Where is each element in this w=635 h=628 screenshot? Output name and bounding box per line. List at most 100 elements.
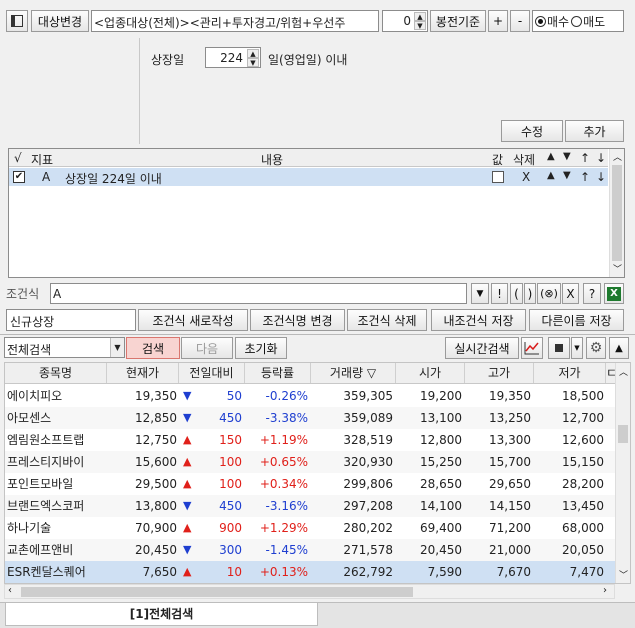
radio-buy-icon[interactable]: [535, 15, 546, 27]
cell-rate: +1.19%: [259, 433, 308, 447]
radio-sell-label[interactable]: 매도: [583, 13, 605, 30]
hscroll-right-icon[interactable]: ›: [603, 585, 607, 596]
formula-dropdown-button[interactable]: ▼: [471, 283, 489, 304]
scroll-thumb[interactable]: [612, 165, 622, 261]
col-content-header: 내용: [261, 153, 284, 167]
table-row[interactable]: ESR켄달스퀘어 7,650 ▲ 10 +0.13% 262,792 7,590 7,670 7…: [5, 561, 615, 583]
cell-volume: 320,930: [343, 455, 393, 469]
stop-dropdown-button[interactable]: ▼: [571, 337, 583, 359]
cell-name: 아모센스: [7, 411, 52, 425]
cell-high: 21,000: [489, 543, 531, 557]
listing-days-value: 224: [220, 51, 243, 65]
delete-condition-button[interactable]: 조건식 삭제: [347, 309, 427, 331]
stepper-up-icon[interactable]: ▲: [414, 12, 426, 21]
header-name[interactable]: 종목명: [5, 363, 107, 383]
cell-open: 7,590: [427, 565, 462, 579]
change-value: 300: [219, 543, 242, 557]
scope-select[interactable]: 전체검색 ▼: [4, 337, 125, 358]
table-row[interactable]: 브랜드엑스코퍼 13,800 ▼ 450 -3.16% 297,208 14,100 14,1…: [5, 495, 615, 517]
move-up-icon[interactable]: ▲: [547, 170, 555, 181]
days-up-icon[interactable]: ▲: [247, 49, 259, 58]
results-scroll-down-icon[interactable]: ﹀: [619, 568, 628, 581]
header-price[interactable]: 현재가: [107, 363, 179, 383]
cell-open: 15,250: [420, 455, 462, 469]
header-high[interactable]: 고가: [465, 363, 534, 383]
collapse-button[interactable]: ▲: [609, 337, 629, 359]
table-row[interactable]: 교촌에프앤비 20,450 ▼ 300 -1.45% 271,578 20,450 21,00…: [5, 539, 615, 561]
op-x-button[interactable]: X: [562, 283, 579, 304]
condition-name-field[interactable]: 신규상장: [6, 309, 136, 331]
chart-button[interactable]: [521, 337, 543, 359]
table-row[interactable]: 하나기술 70,900 ▲ 900 +1.29% 280,202 69,400 71,200 6…: [5, 517, 615, 539]
tab-all-search[interactable]: [1]전체검색: [5, 603, 318, 626]
table-row[interactable]: 포인트모바일 29,500 ▲ 100 +0.34% 299,806 28,650 29,65…: [5, 473, 615, 495]
arrow-up-icon: ▲: [183, 521, 192, 534]
header-low[interactable]: 저가: [534, 363, 606, 383]
save-condition-button[interactable]: 내조건식 저장: [431, 309, 526, 331]
hscroll-thumb[interactable]: [21, 587, 413, 597]
scroll-up-icon[interactable]: ︿: [613, 150, 622, 163]
realtime-search-button[interactable]: 실시간검색: [445, 337, 519, 359]
next-button[interactable]: 다음: [181, 337, 233, 359]
cell-volume: 299,806: [343, 477, 393, 491]
settings-button[interactable]: ⚙: [586, 337, 606, 359]
plus-button[interactable]: +: [488, 10, 508, 32]
header-volume[interactable]: 거래량 ▽: [311, 363, 396, 383]
table-row[interactable]: 아모센스 12,850 ▼ 450 -3.38% 359,089 13,100 13,250 1…: [5, 407, 615, 429]
move-down-icon[interactable]: ▼: [563, 170, 571, 181]
panel-toggle-button[interactable]: [6, 10, 28, 32]
cell-rate: -3.16%: [265, 499, 308, 513]
results-header: 종목명 현재가 전일대비 등락률 거래량 ▽ 시가 고가 저가 ㄷ: [5, 363, 630, 384]
chevron-down-icon[interactable]: ▼: [110, 338, 124, 357]
reset-button[interactable]: 초기화: [235, 337, 287, 359]
table-row[interactable]: 엠림원소프트랩 12,750 ▲ 150 +1.19% 328,519 12,800 13,3…: [5, 429, 615, 451]
table-row[interactable]: 프레스티지바이 15,600 ▲ 100 +0.65% 320,930 15,250 15,7…: [5, 451, 615, 473]
op-xor-button[interactable]: (⊗): [537, 283, 561, 304]
new-condition-button[interactable]: 조건식 새로작성: [138, 309, 248, 331]
move-top-icon[interactable]: ↑: [580, 170, 590, 184]
op-close-paren-button[interactable]: ): [524, 283, 536, 304]
edit-button[interactable]: 수정: [501, 120, 563, 142]
header-open[interactable]: 시가: [396, 363, 465, 383]
op-not-button[interactable]: !: [491, 283, 508, 304]
days-down-icon[interactable]: ▼: [247, 58, 259, 67]
results-hscroll[interactable]: ‹ ›: [4, 584, 615, 599]
search-button[interactable]: 검색: [126, 337, 180, 359]
condition-row[interactable]: ✔ A 상장일 224일 이내 X ▲ ▼ ↑ ↓: [9, 168, 608, 186]
condition-row-checkbox[interactable]: ✔: [13, 171, 25, 183]
excel-button[interactable]: X: [604, 283, 624, 304]
table-row[interactable]: 에이치피오 19,350 ▼ 50 -0.26% 359,305 19,200 19,350 1…: [5, 385, 615, 407]
hscroll-left-icon[interactable]: ‹: [8, 585, 12, 596]
count-stepper[interactable]: 0 ▲ ▼: [382, 10, 428, 32]
cell-high: 13,250: [489, 411, 531, 425]
add-button[interactable]: 추가: [565, 120, 624, 142]
header-change[interactable]: 전일대비: [179, 363, 245, 383]
condition-table-scrollbar[interactable]: ︿ ﹀: [609, 149, 624, 277]
cell-change: ▲ 100: [179, 451, 242, 473]
radio-sell-icon[interactable]: [571, 15, 583, 27]
results-scroll-thumb[interactable]: [618, 425, 628, 443]
formula-input[interactable]: A: [50, 283, 467, 304]
minus-button[interactable]: -: [510, 10, 530, 32]
move-bottom-icon[interactable]: ↓: [596, 170, 606, 184]
header-rate[interactable]: 등락률: [245, 363, 311, 383]
condition-row-delete[interactable]: X: [522, 170, 530, 184]
col-up-header: ▲: [547, 151, 555, 162]
scroll-down-icon[interactable]: ﹀: [613, 262, 622, 275]
save-as-button[interactable]: 다른이름 저장: [529, 309, 624, 331]
stop-button[interactable]: [548, 337, 570, 359]
target-change-button[interactable]: 대상변경: [31, 10, 89, 32]
stepper-down-icon[interactable]: ▼: [414, 21, 426, 30]
listing-days-stepper[interactable]: 224 ▲ ▼: [205, 47, 261, 68]
arrow-down-icon: ▼: [183, 389, 192, 402]
results-scroll-up-icon[interactable]: ︿: [619, 365, 628, 378]
results-vscroll[interactable]: ︿ ﹀: [615, 363, 630, 583]
cell-high: 14,150: [489, 499, 531, 513]
rename-condition-button[interactable]: 조건식명 변경: [250, 309, 345, 331]
basis-button[interactable]: 봉전기준: [430, 10, 486, 32]
op-open-paren-button[interactable]: (: [510, 283, 523, 304]
help-button[interactable]: ?: [583, 283, 601, 304]
condition-summary-field[interactable]: <업종대상(전체)><관리+투자경고/위험+우선주: [91, 10, 379, 32]
radio-buy-label[interactable]: 매수: [547, 13, 569, 30]
condition-row-value-checkbox[interactable]: [492, 171, 504, 183]
